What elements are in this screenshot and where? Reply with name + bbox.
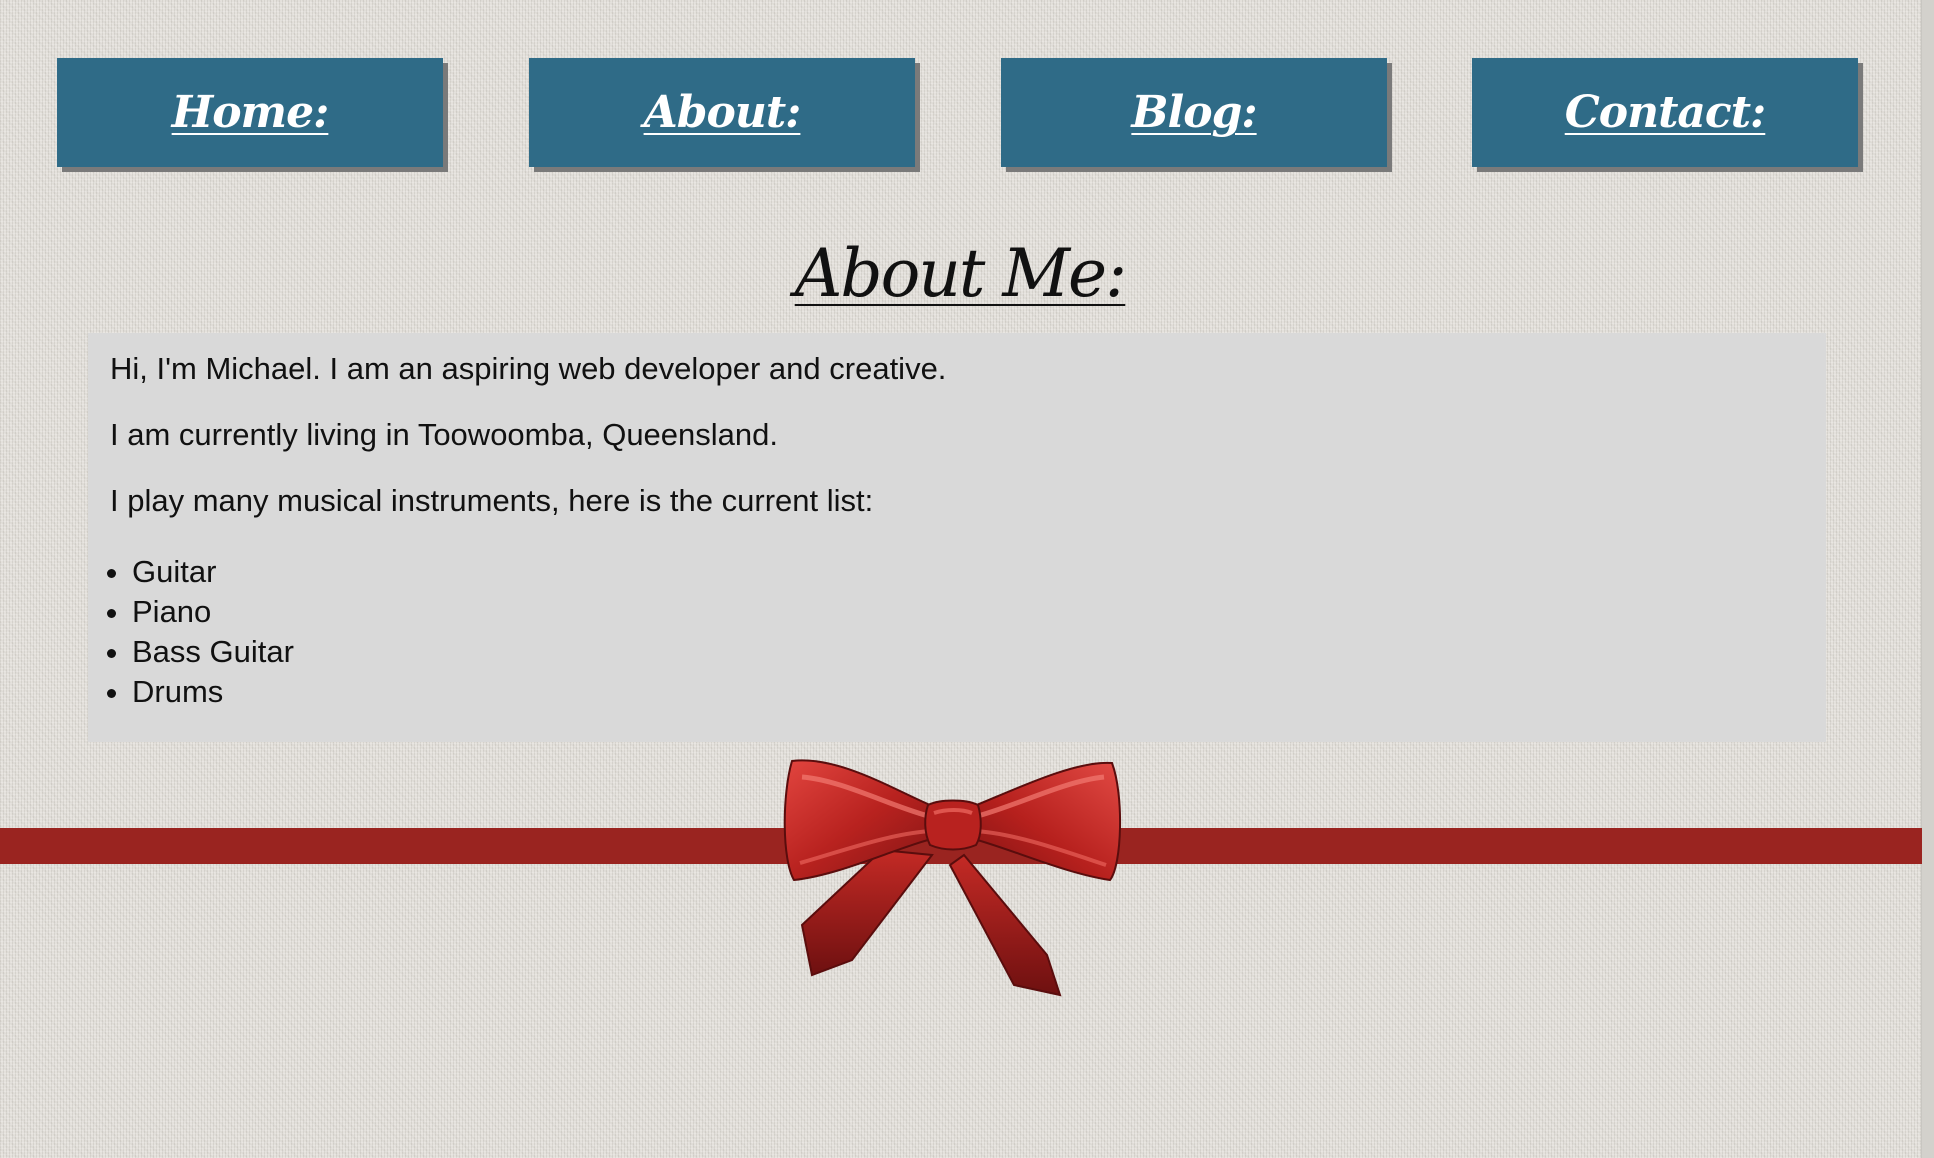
nav-contact-button[interactable]: Contact: <box>1472 58 1858 167</box>
about-content-box: Hi, I'm Michael. I am an aspiring web de… <box>88 333 1826 742</box>
list-item-piano: Piano <box>132 592 1804 632</box>
nav-blog-link[interactable]: Blog: <box>1131 87 1257 138</box>
red-bow-icon <box>783 759 1121 997</box>
main-navigation: Home: About: Blog: Contact: <box>0 0 1934 200</box>
location-paragraph: I am currently living in Toowoomba, Quee… <box>110 417 778 452</box>
nav-contact-link[interactable]: Contact: <box>1565 87 1767 138</box>
instruments-paragraph: I play many musical instruments, here is… <box>110 483 874 518</box>
bow-tail-right <box>948 853 1062 997</box>
nav-home-link[interactable]: Home: <box>172 87 330 138</box>
nav-blog-button[interactable]: Blog: <box>1001 58 1387 167</box>
list-item-bass-guitar: Bass Guitar <box>132 632 1804 672</box>
page-title: About Me: <box>794 235 1128 312</box>
nav-about-link[interactable]: About: <box>644 87 802 138</box>
list-item-drums: Drums <box>132 672 1804 712</box>
nav-home-button[interactable]: Home: <box>57 58 443 167</box>
bow-knot <box>924 799 982 851</box>
list-item-guitar: Guitar <box>132 552 1804 592</box>
instrument-list: Guitar Piano Bass Guitar Drums <box>110 552 1804 712</box>
nav-about-button[interactable]: About: <box>529 58 915 167</box>
intro-paragraph: Hi, I'm Michael. I am an aspiring web de… <box>110 351 947 386</box>
